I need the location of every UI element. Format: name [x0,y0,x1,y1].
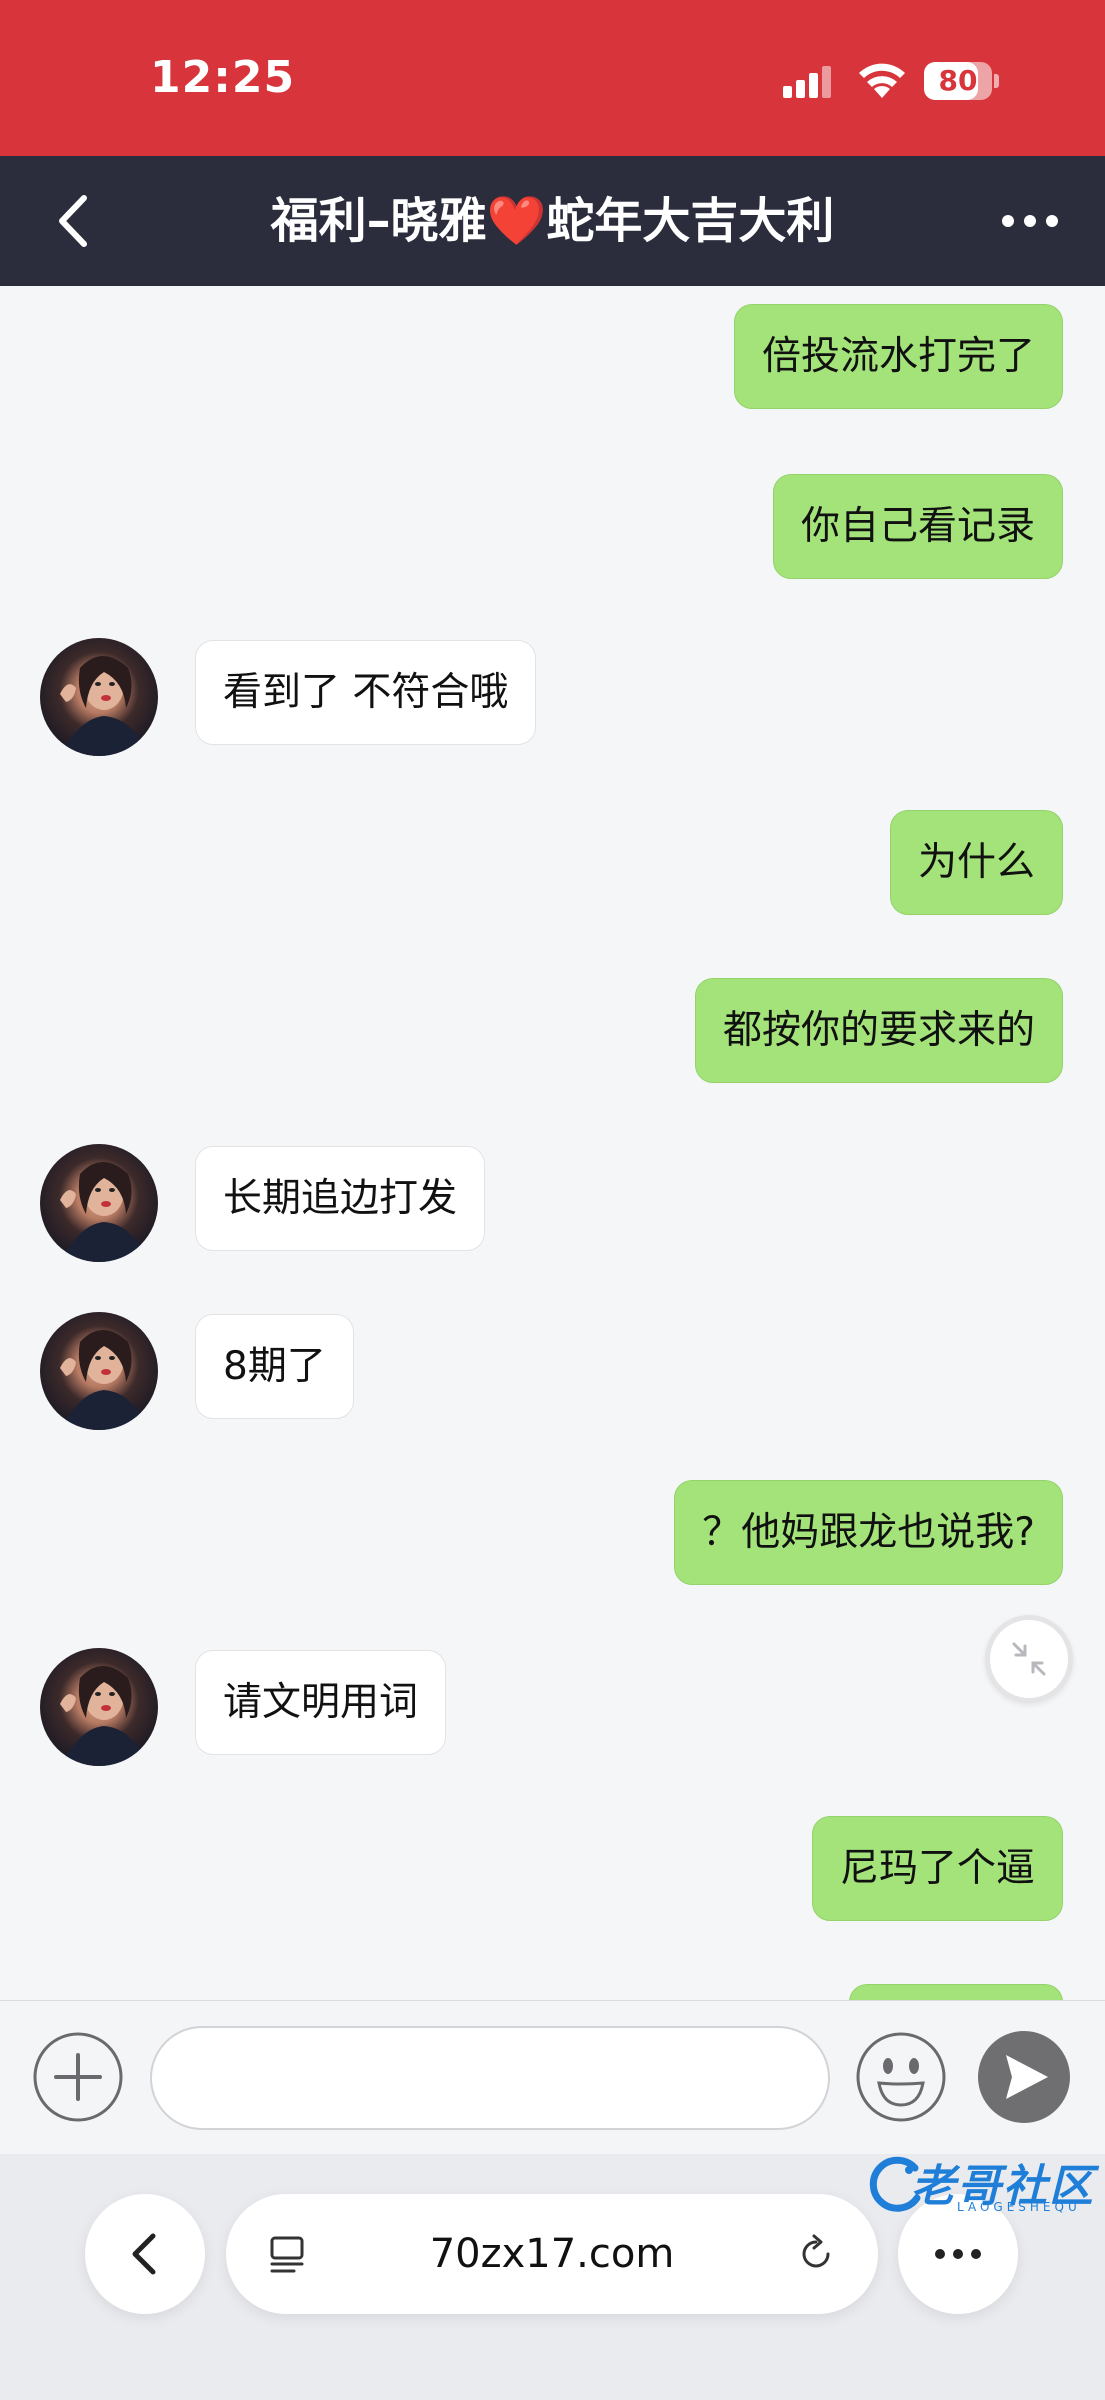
incoming-message-bubble[interactable]: 8期了 [195,1314,354,1419]
outgoing-message-bubble[interactable]: 你自己看记录 [772,474,1063,579]
message-list[interactable]: 倍投流水打完了你自己看记录看到了 不符合哦为什么都按你的要求来的长期追边打发 8期… [0,286,1105,2000]
message-row: 倍投流水打完了 [0,304,1105,424]
reload-icon[interactable] [794,2232,838,2276]
message-row [0,1984,1105,2000]
status-bar: 12:25 80 [0,0,1105,156]
message-row: 都按你的要求来的 [0,978,1105,1098]
minimize-button[interactable] [985,1615,1073,1703]
tabs-icon[interactable] [266,2232,310,2276]
incoming-message-bubble[interactable]: 看到了 不符合哦 [195,640,537,745]
battery-indicator: 80 [924,62,1000,100]
message-row: 尼玛了个逼 [0,1816,1105,1936]
chat-title: 福利–晓雅❤️蛇年大吉大利 [270,193,835,249]
contact-avatar[interactable] [40,638,158,756]
watermark-subtext: LAOGESHEQU [957,2200,1081,2214]
contact-avatar[interactable] [40,1648,158,1766]
message-row: 请文明用词 [0,1648,1105,1768]
send-button[interactable] [978,2031,1070,2123]
cellular-signal-icon [783,66,831,98]
message-row: ？他妈跟龙也说我? [0,1480,1105,1600]
incoming-message-bubble[interactable]: 长期追边打发 [195,1146,486,1251]
composer-bar [0,2000,1105,2154]
collapse-arrows-icon [1012,1642,1046,1676]
message-input[interactable] [150,2026,830,2130]
contact-avatar[interactable] [40,1312,158,1430]
outgoing-message-bubble[interactable]: 都按你的要求来的 [694,978,1063,1083]
outgoing-message-bubble[interactable]: ？他妈跟龙也说我? [674,1480,1063,1585]
contact-avatar[interactable] [40,1144,158,1262]
incoming-message-bubble[interactable]: 请文明用词 [195,1650,447,1755]
browser-back-button[interactable] [85,2194,205,2314]
outgoing-message-bubble[interactable] [849,1984,1063,2000]
smiley-icon[interactable] [855,2031,947,2123]
back-chevron-icon[interactable] [44,186,104,256]
status-time: 12:25 [150,52,296,103]
battery-percent: 80 [938,64,978,97]
more-options-icon[interactable] [1000,196,1060,246]
plus-circle-icon[interactable] [32,2031,124,2123]
message-row: 8期了 [0,1312,1105,1432]
message-row: 你自己看记录 [0,474,1105,594]
address-bar[interactable]: 70zx17.com [226,2194,878,2314]
outgoing-message-bubble[interactable]: 倍投流水打完了 [733,304,1063,409]
chevron-left-icon [132,2233,156,2275]
url-text: 70zx17.com [429,2231,675,2277]
send-icon [1006,2055,1048,2099]
message-row: 为什么 [0,810,1105,930]
watermark-logo: 老哥社区 LAOGESHEQU [865,2148,1095,2216]
message-row: 看到了 不符合哦 [0,638,1105,758]
outgoing-message-bubble[interactable]: 为什么 [889,810,1063,915]
wifi-icon [859,63,905,98]
outgoing-message-bubble[interactable]: 尼玛了个逼 [811,1816,1063,1921]
message-row: 长期追边打发 [0,1144,1105,1264]
chat-header: 福利–晓雅❤️蛇年大吉大利 [0,156,1105,286]
